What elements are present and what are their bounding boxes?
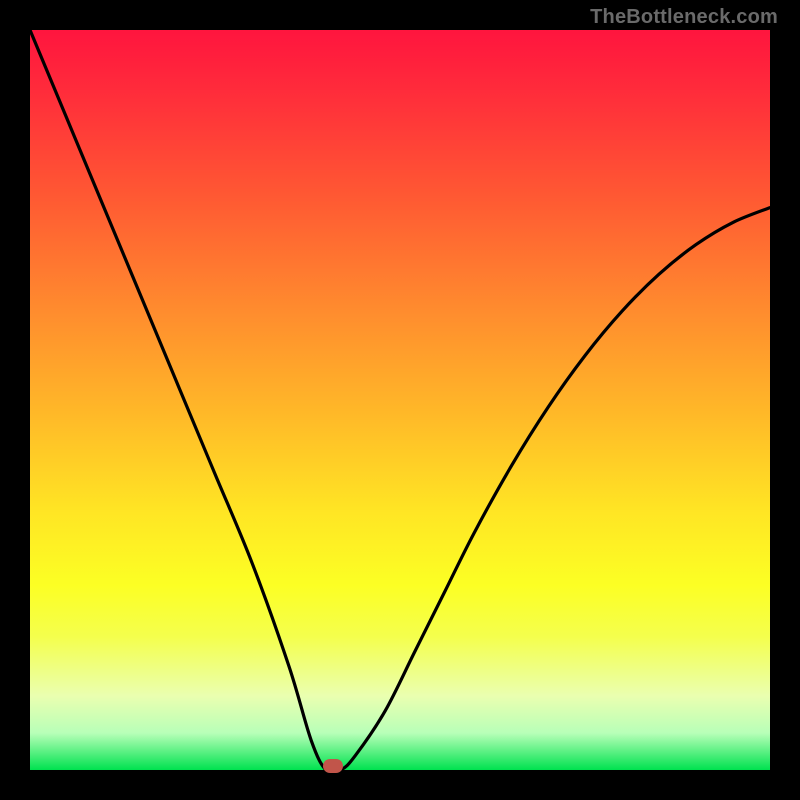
bottleneck-curve <box>30 30 770 773</box>
watermark-text: TheBottleneck.com <box>590 6 778 29</box>
plot-area <box>30 30 770 770</box>
chart-frame: TheBottleneck.com <box>0 0 800 800</box>
optimal-point-marker <box>323 759 343 773</box>
curve-svg <box>30 30 770 770</box>
